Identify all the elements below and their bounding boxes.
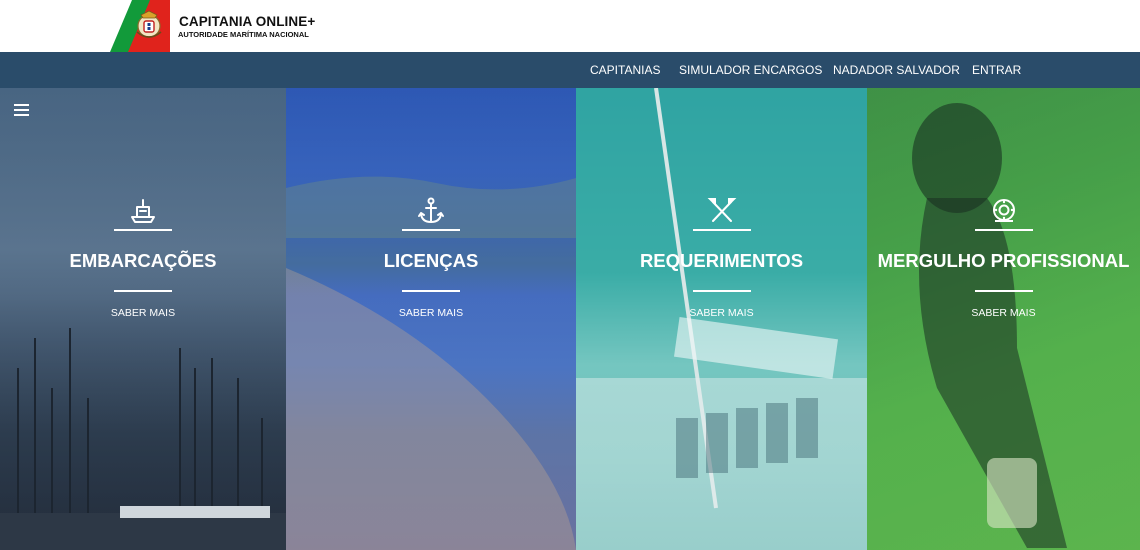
panel-title[interactable]: EMBARCAÇÕES [0,250,286,272]
title-divider-bottom [114,290,172,292]
hamburger-menu-icon[interactable] [14,104,30,116]
saber-mais-link[interactable]: SABER MAIS [286,307,576,319]
nav-item-nadador-salvador[interactable]: NADADOR SALVADOR [833,63,960,77]
panel-title[interactable]: REQUERIMENTOS [576,250,867,272]
nav-item-entrar[interactable]: ENTRAR [972,63,1021,77]
app-title[interactable]: CAPITANIA ONLINE+ [179,14,315,29]
panel-content: LICENÇAS SABER MAIS [286,88,576,550]
panel-licencas[interactable]: LICENÇAS SABER MAIS [286,88,576,550]
panel-mergulho-profissional[interactable]: MERGULHO PROFISSIONAL SABER MAIS [867,88,1140,550]
panel-content: MERGULHO PROFISSIONAL SABER MAIS [867,88,1140,550]
title-divider-bottom [974,290,1033,292]
title-divider-top [402,229,460,231]
panel-embarcacoes[interactable]: EMBARCAÇÕES SABER MAIS [0,88,286,550]
title-divider-top [692,229,751,231]
saber-mais-link[interactable]: SABER MAIS [0,307,286,319]
saber-mais-link[interactable]: SABER MAIS [867,307,1140,319]
title-divider-top [974,229,1033,231]
boat-icon [131,199,155,223]
header: CAPITANIA ONLINE+ AUTORIDADE MARÍTIMA NA… [0,0,1140,52]
top-navbar: CAPITANIAS SIMULADOR ENCARGOS NADADOR SA… [0,52,1140,88]
service-panels: EMBARCAÇÕES SABER MAIS LICENÇAS SABER MA… [0,88,1140,550]
anchor-icon [418,197,444,223]
nav-item-simulador-encargos[interactable]: SIMULADOR ENCARGOS [679,63,822,77]
title-divider-bottom [692,290,751,292]
panel-title[interactable]: MERGULHO PROFISSIONAL [867,250,1140,272]
diving-helmet-icon [992,199,1015,222]
title-divider-bottom [402,290,460,292]
crossed-oars-icon [707,198,736,222]
nav-item-capitanias[interactable]: CAPITANIAS [590,63,660,77]
panel-requerimentos[interactable]: REQUERIMENTOS SABER MAIS [576,88,867,550]
app-subtitle: AUTORIDADE MARÍTIMA NACIONAL [178,30,309,39]
panel-content: EMBARCAÇÕES SABER MAIS [0,88,286,550]
panel-content: REQUERIMENTOS SABER MAIS [576,88,867,550]
coat-of-arms-icon [136,10,162,38]
title-divider-top [114,229,172,231]
saber-mais-link[interactable]: SABER MAIS [576,307,867,319]
panel-title[interactable]: LICENÇAS [286,250,576,272]
